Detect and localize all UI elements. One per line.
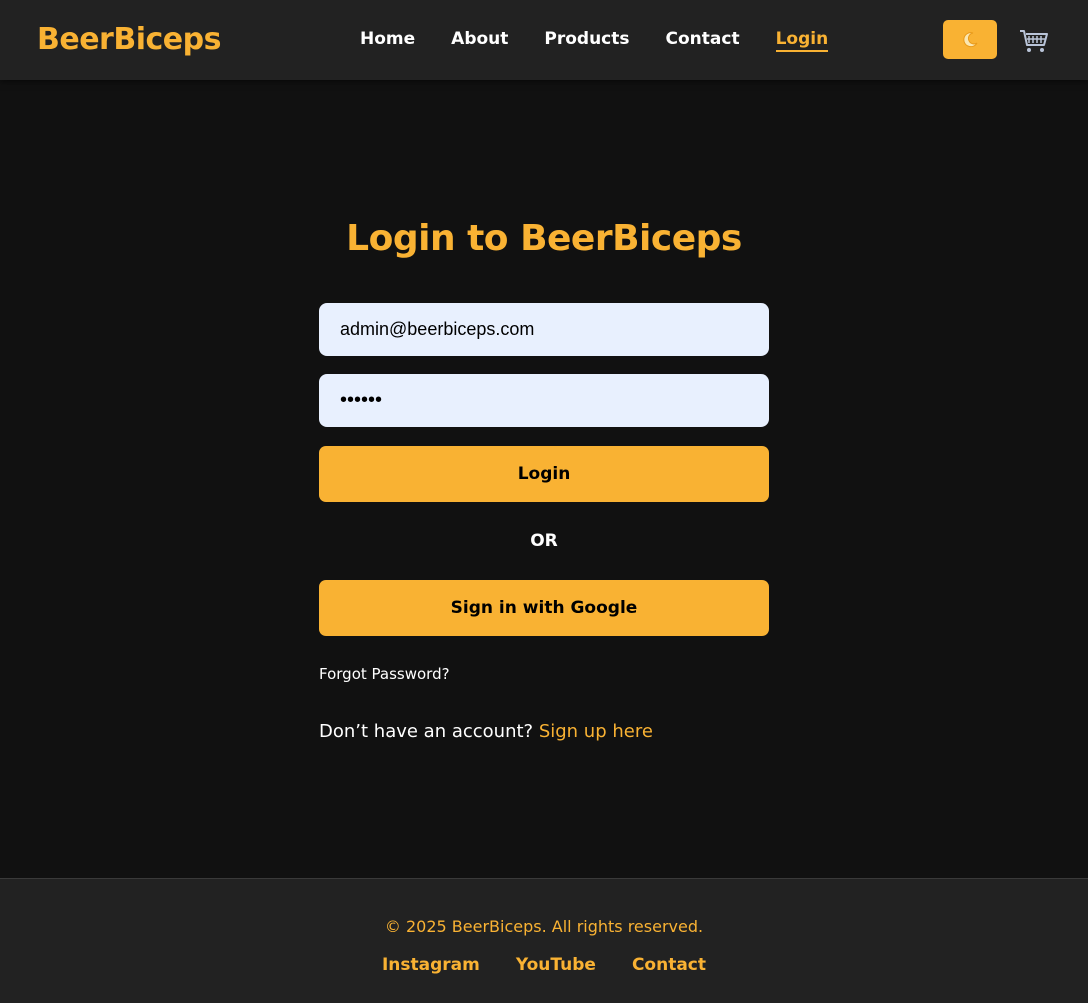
theme-toggle-button[interactable] [943, 20, 997, 59]
signup-prompt-text: Don’t have an account? [319, 721, 534, 742]
nav-link-about[interactable]: About [451, 28, 508, 52]
footer-links: Instagram YouTube Contact [0, 955, 1088, 975]
or-divider: OR [530, 531, 558, 551]
password-input[interactable] [319, 374, 769, 427]
google-signin-button[interactable]: Sign in with Google [319, 580, 769, 636]
nav-link-home[interactable]: Home [360, 28, 415, 52]
email-input[interactable] [319, 303, 769, 356]
copyright-text: © 2025 BeerBiceps. All rights reserved. [384, 917, 704, 936]
cart-icon[interactable] [1019, 28, 1049, 54]
page-title: Login to BeerBiceps [346, 218, 742, 259]
brand-logo[interactable]: BeerBiceps [37, 22, 221, 57]
login-button[interactable]: Login [319, 446, 769, 502]
footer-link-instagram[interactable]: Instagram [382, 955, 480, 975]
footer-link-contact[interactable]: Contact [632, 955, 706, 975]
footer: © 2025 BeerBiceps. All rights reserved. … [0, 878, 1088, 1003]
main-nav: Home About Products Contact Login [360, 28, 829, 52]
nav-link-login[interactable]: Login [775, 28, 829, 52]
top-navbar: BeerBiceps Home About Products Contact L… [0, 0, 1088, 80]
nav-link-products[interactable]: Products [544, 28, 629, 52]
signup-link[interactable]: Sign up here [539, 721, 653, 742]
footer-link-youtube[interactable]: YouTube [516, 955, 596, 975]
moon-icon [963, 31, 978, 47]
forgot-password-link[interactable]: Forgot Password? [319, 665, 450, 683]
nav-link-contact[interactable]: Contact [666, 28, 740, 52]
signup-prompt: Don’t have an account? Sign up here [319, 721, 653, 742]
